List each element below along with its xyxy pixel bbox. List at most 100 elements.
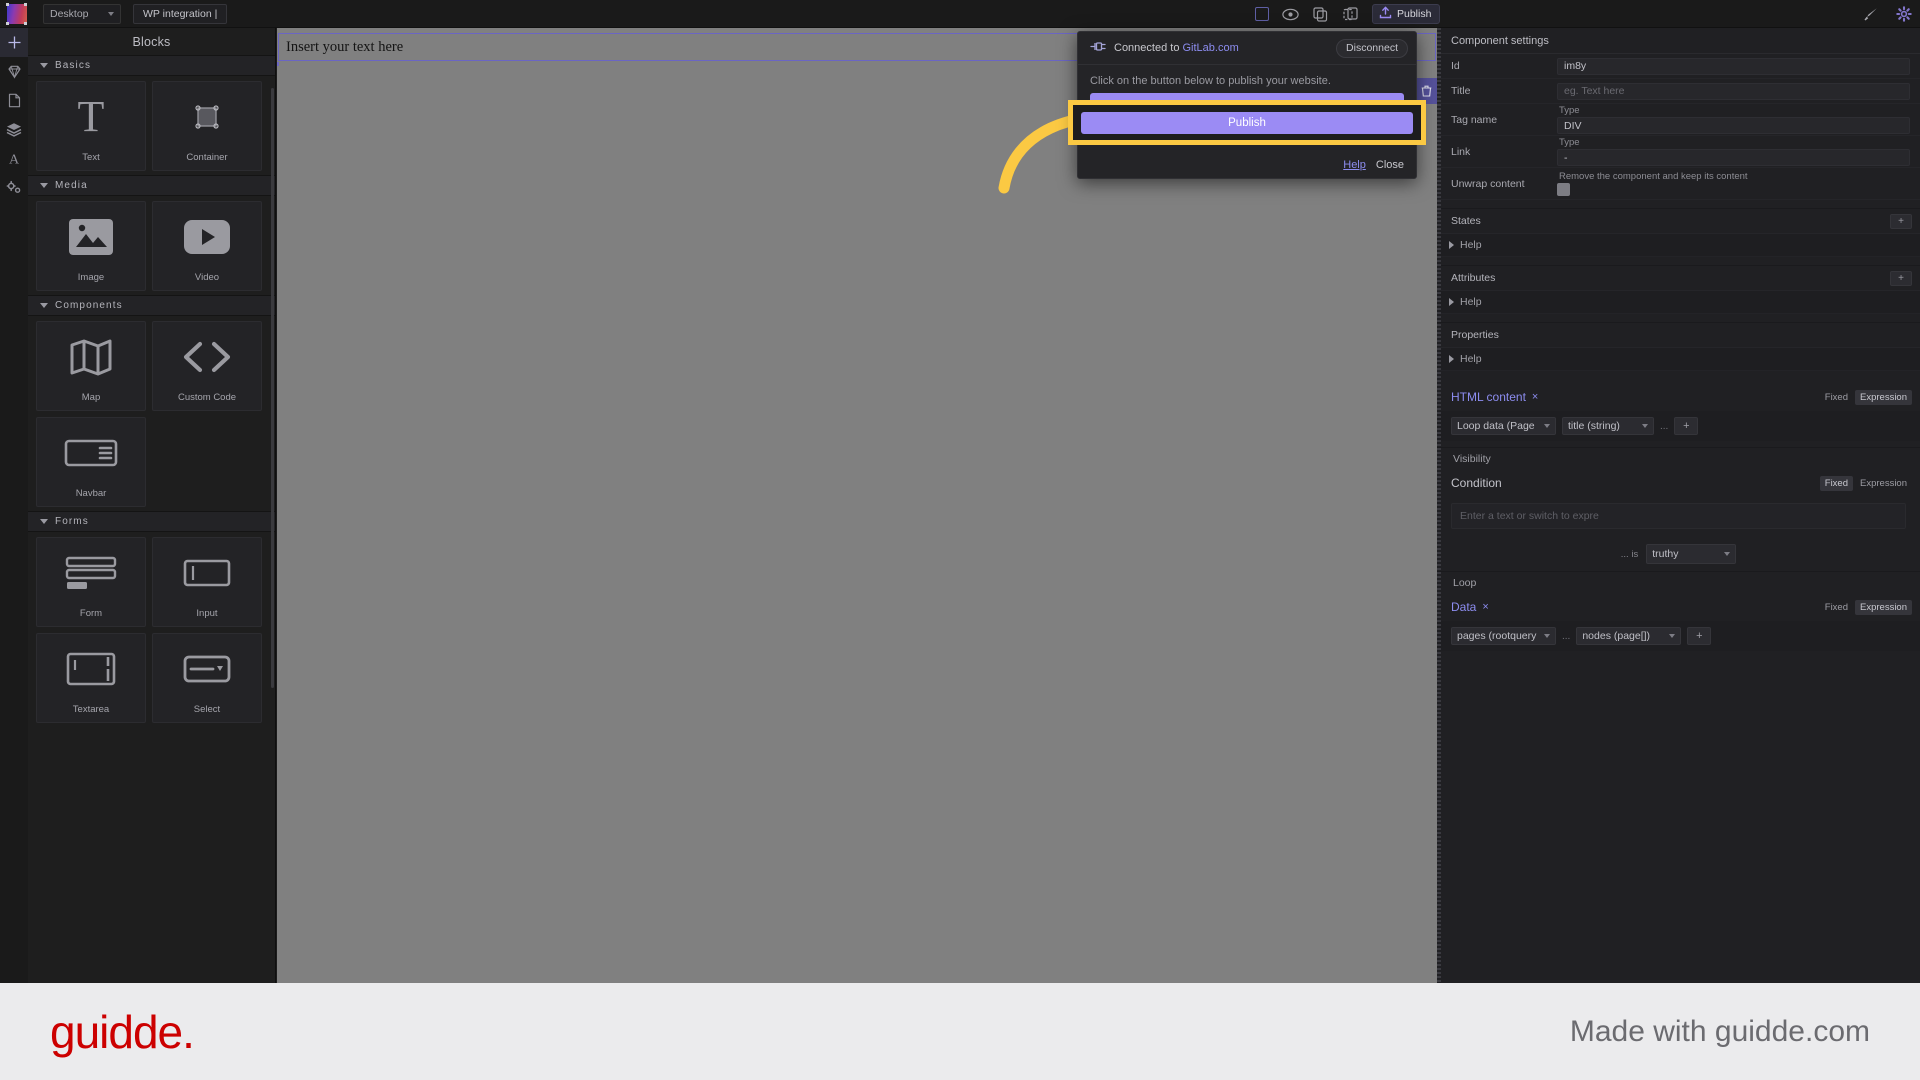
made-with-guidde-text: Made with guidde.com bbox=[1569, 1014, 1870, 1048]
close-button[interactable]: Close bbox=[1376, 159, 1404, 171]
help-states[interactable]: Help bbox=[1437, 234, 1920, 257]
loop-add-button[interactable]: + bbox=[1687, 627, 1712, 645]
close-icon[interactable]: × bbox=[1532, 391, 1538, 403]
block-tile-map[interactable]: Map bbox=[36, 321, 146, 411]
block-tile-textarea[interactable]: Textarea bbox=[36, 633, 146, 723]
blocks-group-forms[interactable]: Forms bbox=[28, 511, 275, 532]
device-select[interactable]: Desktop bbox=[43, 3, 121, 24]
help-properties[interactable]: Help bbox=[1437, 348, 1920, 371]
block-tile-select[interactable]: Select bbox=[152, 633, 262, 723]
close-icon[interactable]: × bbox=[1482, 601, 1488, 613]
field-value-wrap: im8y bbox=[1557, 54, 1920, 78]
mode-fixed[interactable]: Fixed bbox=[1820, 390, 1853, 405]
add-state-button[interactable]: + bbox=[1890, 213, 1912, 229]
block-tile-custom-code[interactable]: Custom Code bbox=[152, 321, 262, 411]
block-tile-container[interactable]: Container bbox=[152, 81, 262, 171]
add-attribute-button[interactable]: + bbox=[1890, 270, 1912, 286]
guidde-brand-logo: guidde. bbox=[50, 1005, 195, 1058]
block-tile-label: Navbar bbox=[75, 488, 107, 499]
text-t-icon: T bbox=[67, 82, 115, 152]
highlighted-publish-button[interactable]: Publish bbox=[1081, 112, 1413, 134]
copy-icon[interactable] bbox=[1312, 6, 1329, 23]
blocks-group-label: Media bbox=[55, 180, 88, 191]
publish-button[interactable]: Publish bbox=[1372, 4, 1441, 24]
add-icon[interactable] bbox=[0, 28, 28, 57]
blocks-group-label: Forms bbox=[55, 516, 89, 527]
block-tile-label: Container bbox=[186, 152, 228, 163]
html-content-binding-row: Loop data (Page title (string) ... + bbox=[1437, 411, 1920, 441]
mode-expression[interactable]: Expression bbox=[1855, 599, 1912, 615]
brush-icon[interactable] bbox=[1862, 6, 1879, 23]
blocks-group-basics[interactable]: Basics bbox=[28, 55, 275, 76]
link-select[interactable]: - bbox=[1557, 149, 1910, 166]
section-label: States bbox=[1451, 215, 1481, 227]
condition-is-select[interactable]: truthy bbox=[1646, 544, 1737, 564]
gem-icon[interactable] bbox=[0, 57, 28, 86]
gear-icon[interactable] bbox=[1895, 6, 1912, 23]
section-loop: Loop bbox=[1437, 571, 1920, 593]
title-input[interactable]: eg. Text here bbox=[1557, 82, 1910, 100]
chevron-down-icon bbox=[1724, 552, 1731, 556]
frame-icon[interactable] bbox=[1255, 7, 1269, 21]
help-attributes[interactable]: Help bbox=[1437, 291, 1920, 314]
section-properties[interactable]: Properties bbox=[1437, 322, 1920, 348]
section-states[interactable]: States + bbox=[1437, 208, 1920, 234]
loop-binding-row: pages (rootquery ... nodes (page[]) + bbox=[1437, 621, 1920, 651]
html-content-mode-toggle: Fixed Expression bbox=[1820, 389, 1912, 405]
gitlab-link[interactable]: GitLab.com bbox=[1183, 42, 1239, 54]
block-tile-text[interactable]: T Text bbox=[36, 81, 146, 171]
mode-fixed[interactable]: Fixed bbox=[1819, 475, 1853, 491]
layers-icon[interactable] bbox=[0, 115, 28, 144]
blocks-group-components[interactable]: Components bbox=[28, 295, 275, 316]
chevron-right-icon bbox=[1449, 355, 1454, 363]
device-select-label: Desktop bbox=[50, 7, 89, 20]
paste-icon[interactable] bbox=[1342, 6, 1359, 23]
html-content-source-select[interactable]: Loop data (Page bbox=[1451, 417, 1556, 435]
page-tab[interactable]: WP integration | bbox=[133, 3, 228, 24]
tag-name-value: DIV bbox=[1564, 119, 1582, 132]
help-link[interactable]: Help bbox=[1343, 159, 1366, 171]
page-icon[interactable] bbox=[0, 86, 28, 115]
field-value-wrap: Remove the component and keep its conten… bbox=[1557, 168, 1920, 199]
unwrap-content-checkbox[interactable] bbox=[1557, 183, 1570, 196]
block-tile-navbar[interactable]: Navbar bbox=[36, 417, 146, 507]
eye-icon[interactable] bbox=[1282, 6, 1299, 23]
loop-field-select[interactable]: nodes (page[]) bbox=[1576, 627, 1682, 645]
html-content-field-select[interactable]: title (string) bbox=[1562, 417, 1654, 435]
page-tab-label: WP integration | bbox=[143, 7, 218, 20]
toolbar-actions: Publish bbox=[1255, 0, 1441, 28]
field-label: Id bbox=[1451, 60, 1460, 72]
select-dropdown-icon bbox=[183, 634, 231, 704]
mode-fixed[interactable]: Fixed bbox=[1820, 600, 1853, 615]
mode-expression[interactable]: Expression bbox=[1855, 476, 1912, 491]
toolbar-right-actions bbox=[1862, 0, 1912, 28]
canvas-text-value: Insert your text here bbox=[286, 38, 404, 55]
mode-expression[interactable]: Expression bbox=[1855, 389, 1912, 405]
typography-icon[interactable]: A bbox=[0, 144, 28, 173]
id-input[interactable]: im8y bbox=[1557, 57, 1910, 75]
chevron-down-icon bbox=[40, 183, 48, 188]
block-tile-video[interactable]: Video bbox=[152, 201, 262, 291]
tag-name-select[interactable]: DIV bbox=[1557, 117, 1910, 134]
block-tile-image[interactable]: Image bbox=[36, 201, 146, 291]
chevron-down-icon bbox=[40, 519, 48, 524]
video-play-icon bbox=[182, 202, 232, 272]
section-attributes[interactable]: Attributes + bbox=[1437, 265, 1920, 291]
field-unwrap-content: Unwrap content Remove the component and … bbox=[1437, 168, 1920, 200]
disconnect-button[interactable]: Disconnect bbox=[1336, 38, 1408, 58]
settings-gears-icon[interactable] bbox=[0, 173, 28, 202]
help-label: Help bbox=[1460, 239, 1482, 251]
html-content-add-button[interactable]: + bbox=[1674, 417, 1699, 435]
block-tile-input[interactable]: Input bbox=[152, 537, 262, 627]
block-tile-label: Textarea bbox=[72, 704, 110, 715]
block-tile-form[interactable]: Form bbox=[36, 537, 146, 627]
blocks-scrollbar[interactable] bbox=[271, 88, 274, 688]
right-panel-scrollbar[interactable] bbox=[1437, 28, 1441, 983]
blocks-group-media[interactable]: Media bbox=[28, 175, 275, 196]
loop-source-select[interactable]: pages (rootquery bbox=[1451, 627, 1556, 645]
section-visibility: Visibility bbox=[1437, 447, 1920, 469]
loop-data-header: Data × Fixed Expression bbox=[1437, 593, 1920, 621]
condition-input[interactable]: Enter a text or switch to expre bbox=[1451, 503, 1906, 529]
field-link: Link Type - bbox=[1437, 136, 1920, 168]
block-tile-label: Select bbox=[193, 704, 221, 715]
